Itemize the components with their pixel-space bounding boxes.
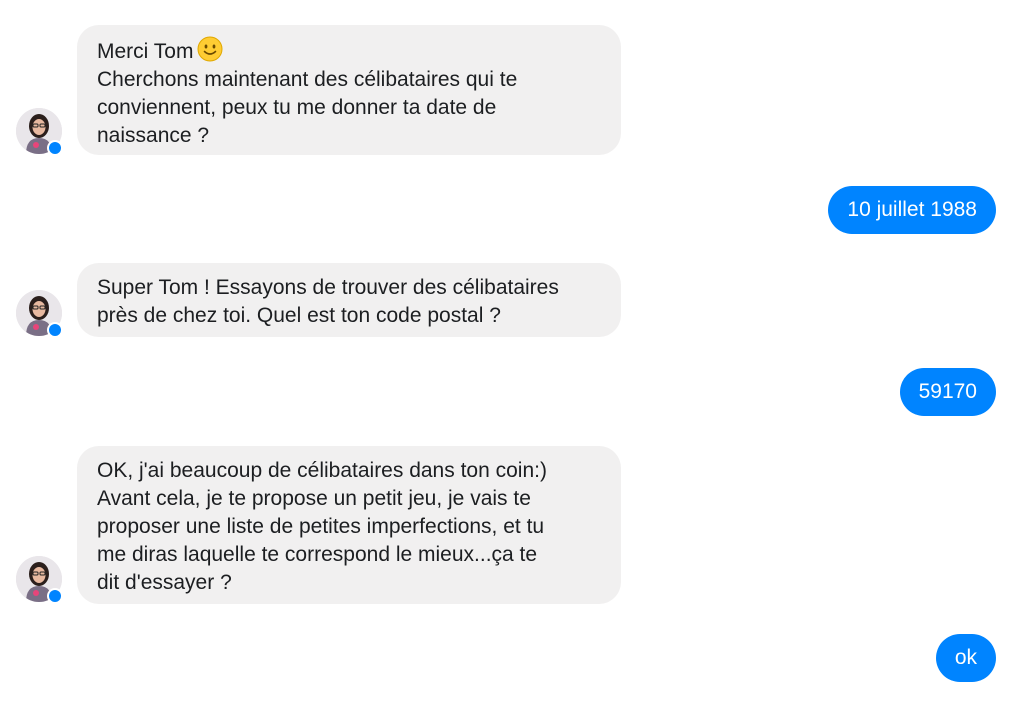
messenger-badge-icon <box>47 588 63 604</box>
messenger-conversation: Merci Tom Cherchons maintenant des célib… <box>0 0 1024 708</box>
bot-message-bubble: Merci Tom Cherchons maintenant des célib… <box>77 25 621 155</box>
bot-message-greeting: Merci Tom <box>97 40 194 63</box>
user-message-bubble: ok <box>935 634 996 682</box>
slightly-smiling-face-icon <box>197 36 223 62</box>
user-message-bubble: 59170 <box>899 368 996 416</box>
user-message-bubble: 10 juillet 1988 <box>828 186 996 234</box>
bot-message-bubble: OK, j'ai beaucoup de célibataires dans t… <box>77 446 621 604</box>
bot-message-bubble: Super Tom ! Essayons de trouver des céli… <box>77 263 621 337</box>
messenger-badge-icon <box>47 322 63 338</box>
messenger-badge-icon <box>47 140 63 156</box>
bot-message-text: Cherchons maintenant des célibataires qu… <box>97 68 518 147</box>
